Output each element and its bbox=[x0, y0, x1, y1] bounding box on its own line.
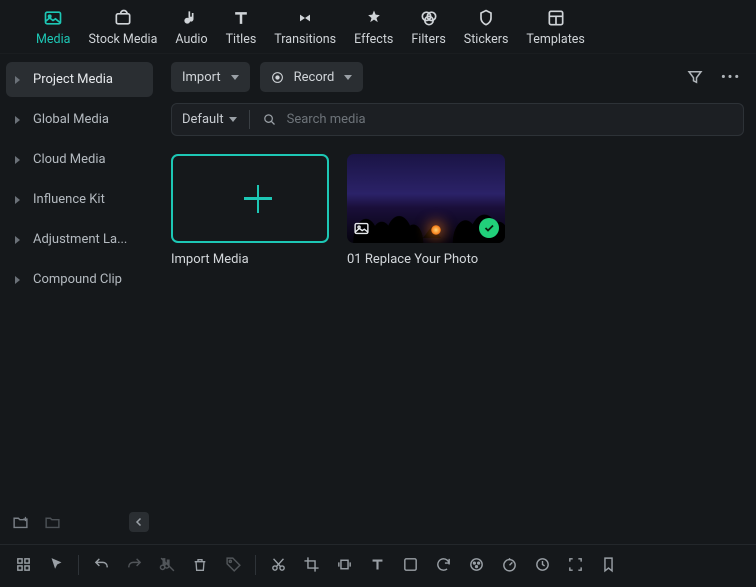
stickers-icon bbox=[476, 8, 496, 28]
content-toolbar: Import Record ••• bbox=[171, 62, 744, 92]
redo-icon[interactable] bbox=[121, 551, 147, 579]
media-thumbnail bbox=[347, 154, 505, 243]
divider bbox=[78, 555, 79, 575]
templates-icon bbox=[546, 8, 566, 28]
cut-icon[interactable] bbox=[265, 551, 291, 579]
import-media-card[interactable]: Import Media bbox=[171, 154, 329, 267]
marker-icon[interactable] bbox=[595, 551, 621, 579]
titles-icon bbox=[231, 8, 251, 28]
tab-stock-media[interactable]: Stock Media bbox=[88, 8, 157, 47]
mute-icon[interactable] bbox=[154, 551, 180, 579]
collapse-sidebar-button[interactable] bbox=[129, 512, 149, 532]
select-tool-icon[interactable] bbox=[43, 551, 69, 579]
capture-icon[interactable] bbox=[562, 551, 588, 579]
search-bar: Default bbox=[171, 103, 744, 136]
chevron-right-icon bbox=[15, 196, 20, 204]
divider bbox=[255, 555, 256, 575]
tab-media[interactable]: Media bbox=[36, 8, 70, 47]
sidebar-item-project-media[interactable]: Project Media bbox=[6, 62, 153, 97]
sort-dropdown[interactable]: Default bbox=[182, 112, 237, 127]
chevron-right-icon bbox=[15, 156, 20, 164]
import-button[interactable]: Import bbox=[171, 62, 250, 92]
text-tool-icon[interactable] bbox=[364, 551, 390, 579]
undo-icon[interactable] bbox=[88, 551, 114, 579]
chevron-down-icon bbox=[229, 117, 237, 122]
transitions-icon bbox=[295, 8, 315, 28]
check-badge-icon bbox=[479, 218, 499, 238]
record-icon bbox=[271, 71, 284, 84]
filter-icon[interactable] bbox=[682, 64, 708, 90]
bottom-toolbar bbox=[0, 544, 756, 584]
cloud-icon bbox=[113, 8, 133, 28]
sidebar-item-influence-kit[interactable]: Influence Kit bbox=[6, 182, 153, 217]
tab-effects[interactable]: Effects bbox=[354, 8, 393, 47]
image-type-icon bbox=[353, 220, 370, 237]
search-icon bbox=[262, 112, 277, 127]
sidebar-item-cloud-media[interactable]: Cloud Media bbox=[6, 142, 153, 177]
media-caption: 01 Replace Your Photo bbox=[347, 252, 505, 267]
media-icon bbox=[43, 8, 63, 28]
crop-icon[interactable] bbox=[298, 551, 324, 579]
tab-filters[interactable]: Filters bbox=[411, 8, 445, 47]
media-item-card[interactable]: 01 Replace Your Photo bbox=[347, 154, 505, 267]
effects-icon bbox=[364, 8, 384, 28]
chevron-right-icon bbox=[15, 76, 20, 84]
trim-icon[interactable] bbox=[331, 551, 357, 579]
chevron-right-icon bbox=[15, 116, 20, 124]
media-grid: Import Media 01 Replace Your Photo bbox=[171, 136, 744, 267]
divider bbox=[249, 110, 250, 129]
tab-transitions[interactable]: Transitions bbox=[274, 8, 336, 47]
sidebar-item-global-media[interactable]: Global Media bbox=[6, 102, 153, 137]
tag-icon[interactable] bbox=[220, 551, 246, 579]
add-folder-icon[interactable] bbox=[10, 512, 30, 532]
delete-icon[interactable] bbox=[187, 551, 213, 579]
import-thumbnail bbox=[171, 154, 329, 243]
top-tabs: Media Stock Media Audio Titles Transitio… bbox=[0, 0, 756, 54]
chevron-down-icon bbox=[231, 75, 239, 80]
folder-icon[interactable] bbox=[42, 512, 62, 532]
content-panel: Import Record ••• Default bbox=[159, 54, 756, 544]
chevron-right-icon bbox=[15, 276, 20, 284]
more-options-button[interactable]: ••• bbox=[718, 64, 744, 90]
search-input[interactable] bbox=[287, 112, 733, 127]
audio-icon bbox=[181, 8, 201, 28]
filters-icon bbox=[419, 8, 439, 28]
import-caption: Import Media bbox=[171, 252, 329, 267]
sidebar-footer bbox=[6, 508, 153, 536]
sidebar-item-compound-clip[interactable]: Compound Clip bbox=[6, 262, 153, 297]
chevron-right-icon bbox=[15, 236, 20, 244]
keyframe-icon[interactable] bbox=[529, 551, 555, 579]
tab-templates[interactable]: Templates bbox=[526, 8, 584, 47]
sidebar: Project Media Global Media Cloud Media I… bbox=[0, 54, 159, 544]
mask-icon[interactable] bbox=[397, 551, 423, 579]
tab-stickers[interactable]: Stickers bbox=[464, 8, 509, 47]
tab-titles[interactable]: Titles bbox=[226, 8, 257, 47]
apps-icon[interactable] bbox=[10, 551, 36, 579]
tab-audio[interactable]: Audio bbox=[175, 8, 207, 47]
speed-icon[interactable] bbox=[496, 551, 522, 579]
sidebar-item-adjustment-layer[interactable]: Adjustment La... bbox=[6, 222, 153, 257]
chevron-down-icon bbox=[344, 75, 352, 80]
record-button[interactable]: Record bbox=[260, 62, 364, 92]
color-icon[interactable] bbox=[463, 551, 489, 579]
rotate-icon[interactable] bbox=[430, 551, 456, 579]
